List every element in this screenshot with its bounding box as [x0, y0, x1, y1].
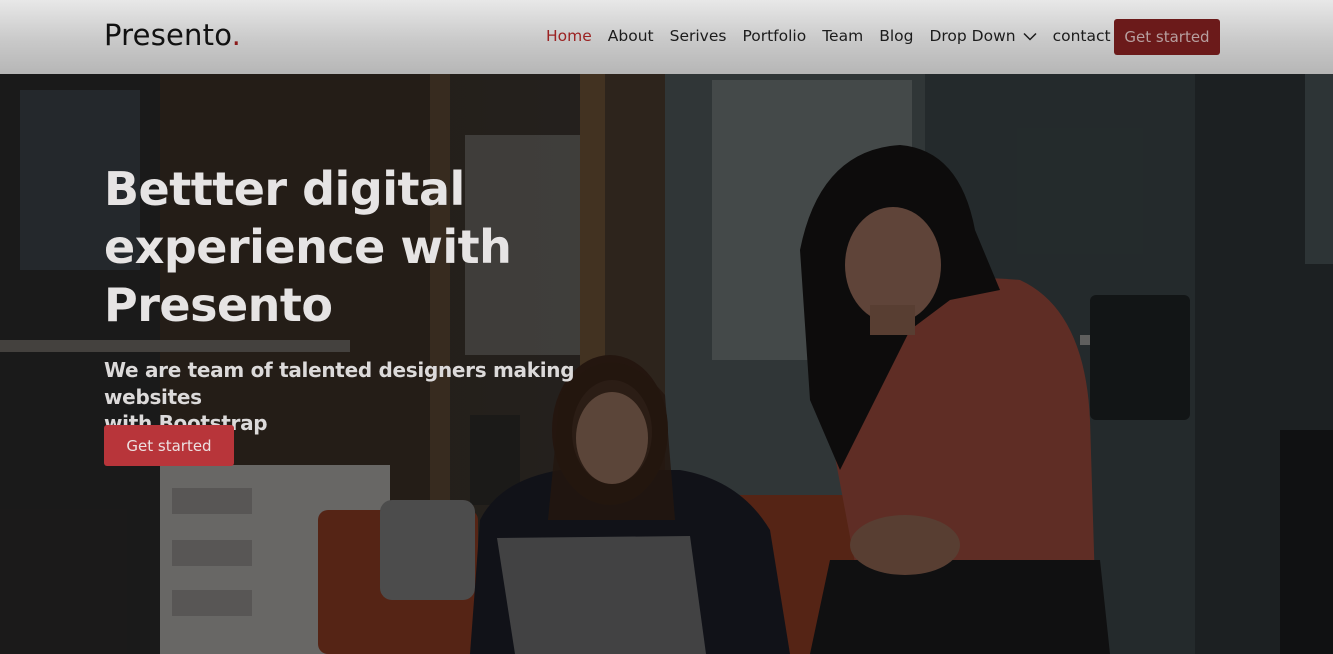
nav-blog[interactable]: Blog — [879, 27, 913, 45]
hero-title-line-3: Presento — [104, 278, 333, 332]
hero-title-line-1: Bettter digital — [104, 162, 465, 216]
hero-subtitle-line-1: We are team of talented designers making… — [104, 358, 575, 409]
nav-about[interactable]: About — [608, 27, 654, 45]
site-header: Presento. Home About Serives Portfolio T… — [0, 0, 1333, 74]
logo[interactable]: Presento. — [104, 18, 241, 52]
nav-home[interactable]: Home — [546, 27, 592, 45]
nav-contact[interactable]: contact — [1053, 27, 1111, 45]
chevron-down-icon — [1023, 32, 1037, 41]
nav-serives[interactable]: Serives — [670, 27, 727, 45]
main-nav: Home About Serives Portfolio Team Blog D… — [546, 27, 1127, 45]
hero-title-line-2: experience with — [104, 220, 512, 274]
nav-team[interactable]: Team — [822, 27, 863, 45]
hero-title: Bettter digital experience with Presento — [104, 160, 564, 334]
nav-portfolio[interactable]: Portfolio — [742, 27, 806, 45]
nav-dropdown[interactable]: Drop Down — [929, 27, 1037, 45]
hero-get-started-button[interactable]: Get started — [104, 425, 234, 466]
logo-text: Presento — [104, 18, 232, 52]
header-get-started-button[interactable]: Get started — [1114, 19, 1220, 55]
nav-dropdown-label: Drop Down — [929, 27, 1016, 45]
logo-dot: . — [231, 18, 242, 52]
